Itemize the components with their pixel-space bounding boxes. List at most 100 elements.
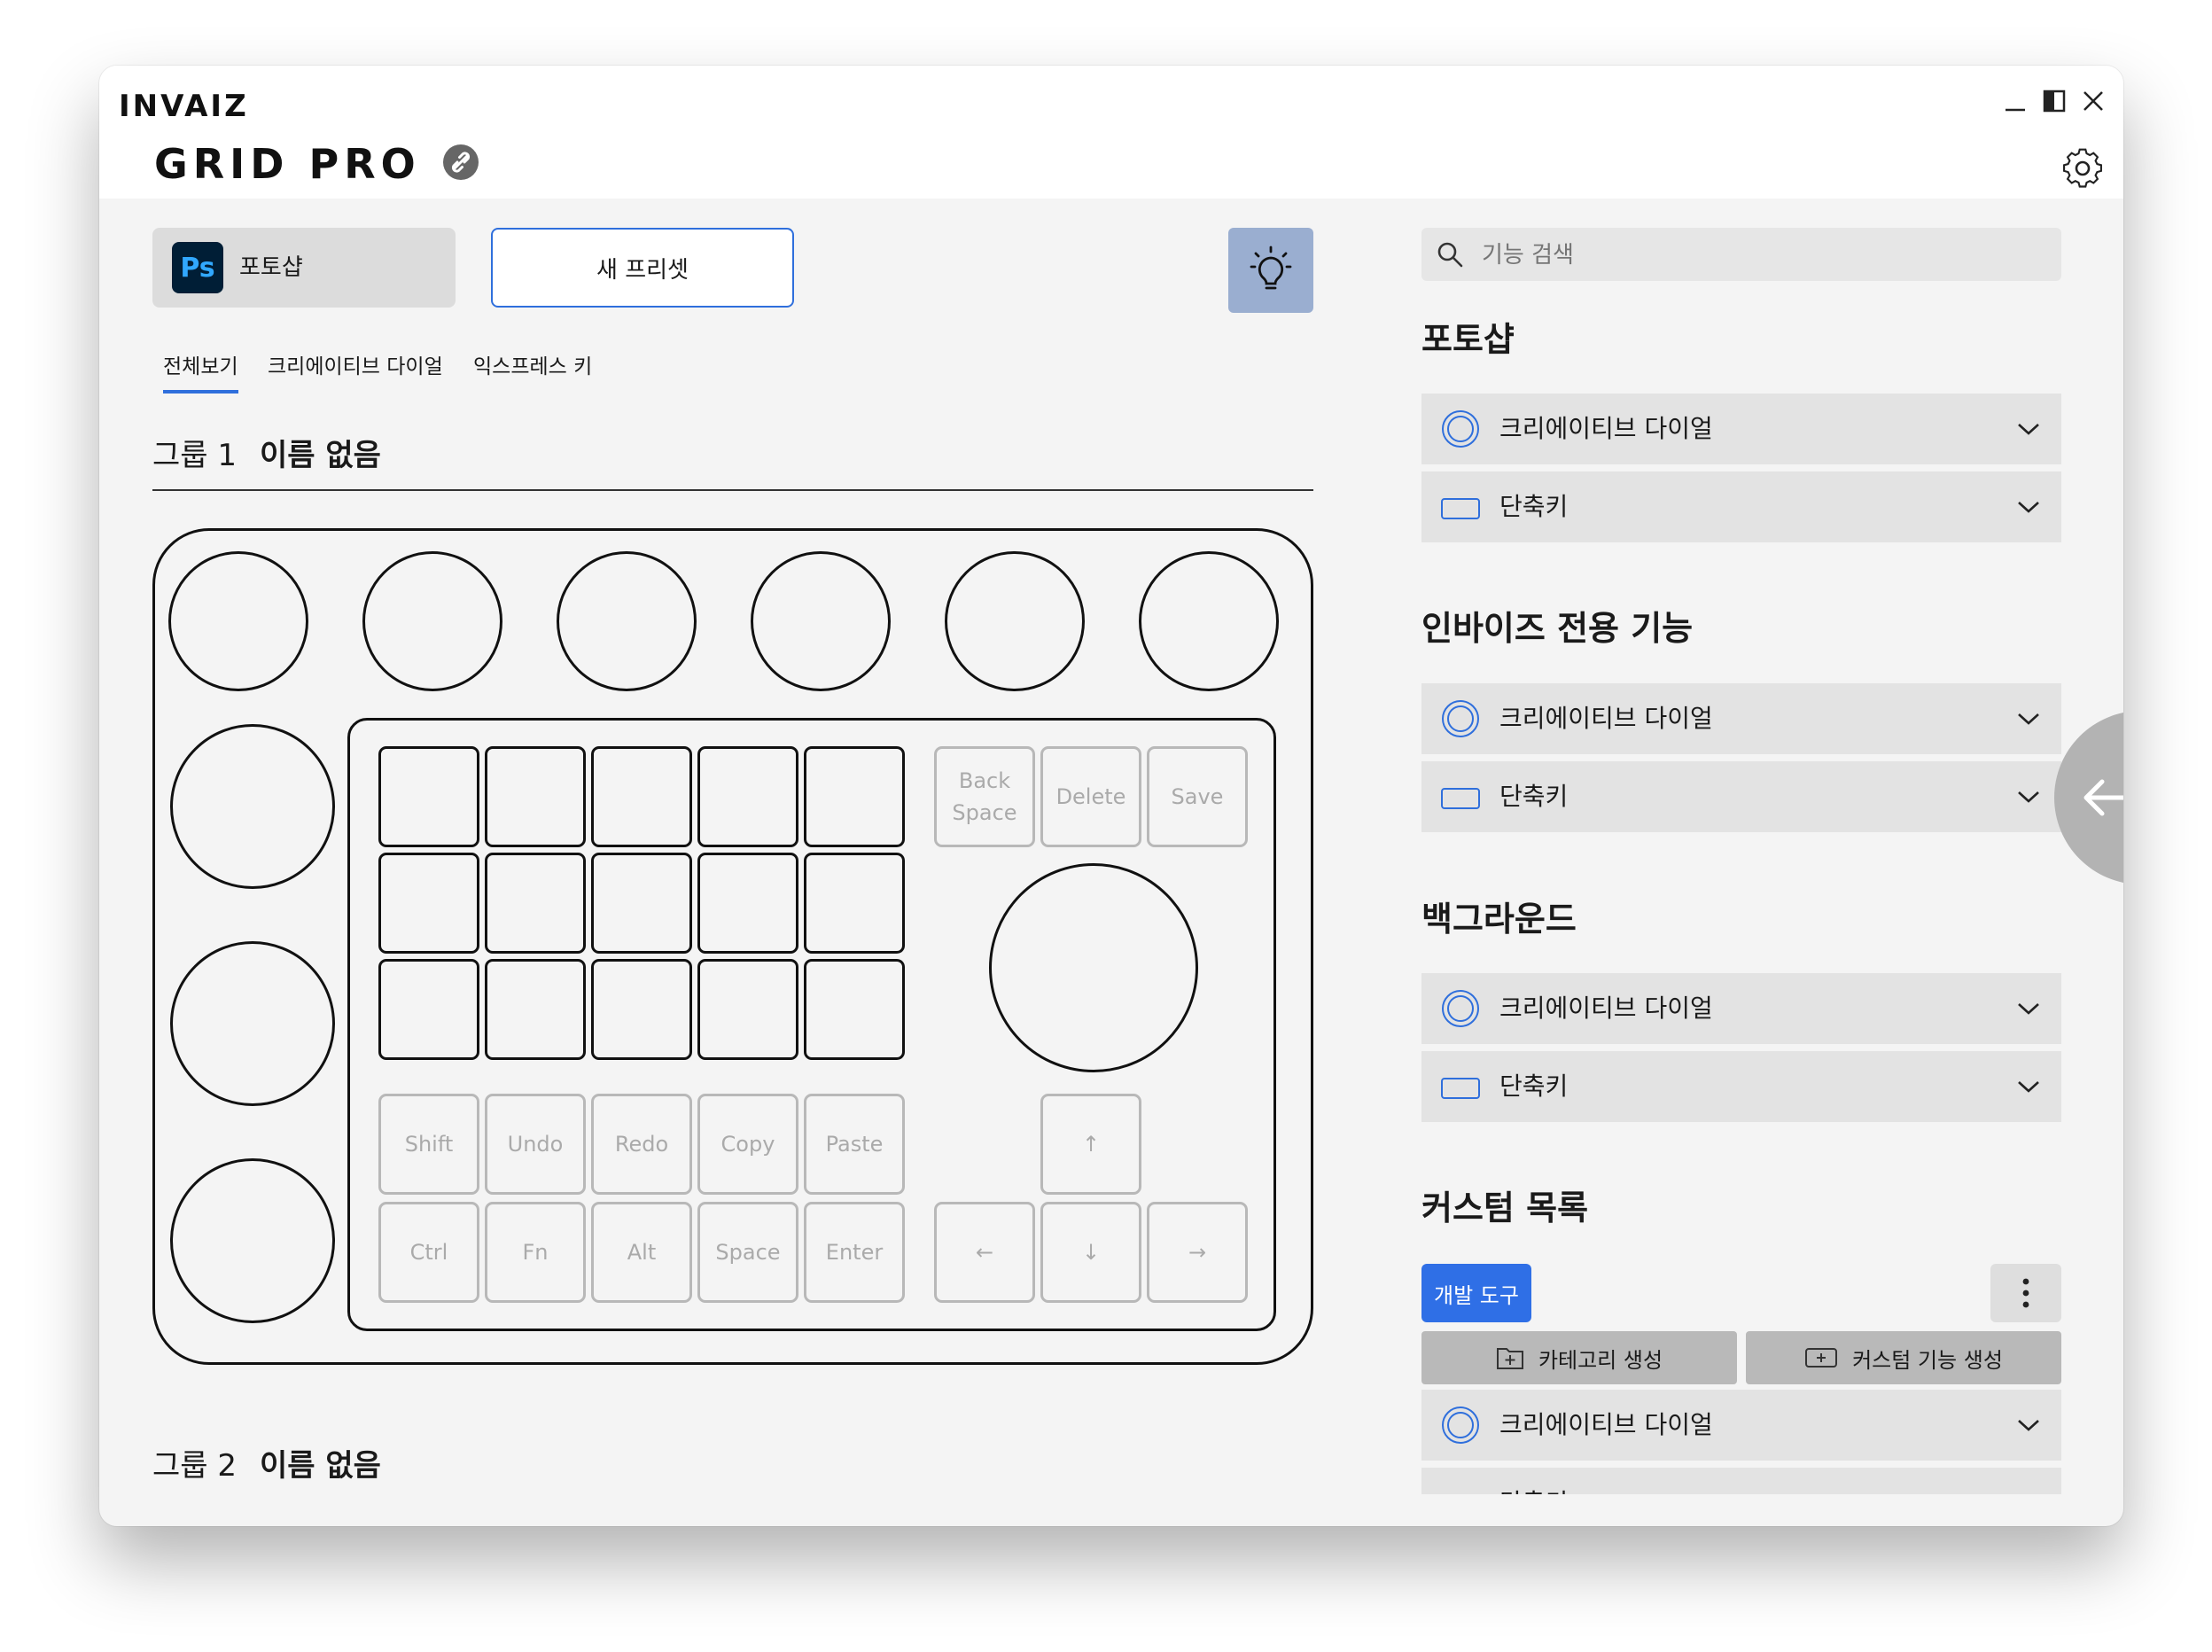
section-title-custom: 커스텀 목록 [1421, 1188, 1589, 1227]
create-category-label: 카테고리 생성 [1538, 1347, 1663, 1373]
space-key[interactable]: Space [697, 1202, 798, 1303]
category-label: 크리에이티브 다이얼 [1499, 414, 1713, 443]
chevron-down-icon [2018, 713, 2039, 725]
copy-key[interactable]: Copy [697, 1094, 798, 1195]
category-row[interactable]: 크리에이티브 다이얼 [1421, 683, 2061, 754]
group-1-title[interactable]: 그룹 1 이름 없음 [152, 431, 381, 474]
category-label: 단축키 [1499, 1071, 1569, 1101]
category-row[interactable]: 크리에이티브 다이얼 [1421, 973, 2061, 1044]
dial-top-1[interactable] [168, 551, 308, 691]
group-2-prefix: 그룹 2 [152, 1448, 237, 1484]
collapse-panel-handle[interactable] [2054, 711, 2123, 884]
chevron-down-icon [2018, 1081, 2039, 1093]
ctrl-key[interactable]: Ctrl [378, 1202, 479, 1303]
dial-side-3[interactable] [170, 1158, 335, 1323]
grid-key[interactable] [378, 853, 479, 954]
grid-key[interactable] [697, 853, 798, 954]
category-row[interactable]: 크리에이티브 다이얼 [1421, 394, 2061, 464]
arrow-up-key[interactable]: ↑ [1040, 1094, 1141, 1195]
redo-key[interactable]: Redo [591, 1094, 692, 1195]
grid-key[interactable] [804, 853, 905, 954]
chevron-down-icon [2018, 502, 2039, 513]
grid-key[interactable] [378, 746, 479, 847]
tab-creative-dial[interactable]: 크리에이티브 다이얼 [268, 349, 443, 390]
dial-icon [1442, 410, 1479, 448]
arrow-left-key[interactable]: ← [934, 1202, 1035, 1303]
dial-top-3[interactable] [557, 551, 697, 691]
app-label: 포토샵 [239, 254, 303, 281]
delete-key[interactable]: Delete [1040, 746, 1141, 847]
grid-key[interactable] [697, 746, 798, 847]
group-1-name: 이름 없음 [260, 438, 381, 473]
create-category-button[interactable]: 카테고리 생성 [1421, 1331, 1737, 1384]
dial-top-4[interactable] [751, 551, 891, 691]
brand-logo: INVAIZ [119, 89, 249, 124]
tab-express-keys[interactable]: 익스프레스 키 [473, 349, 592, 390]
section-title-background: 백그라운드 [1421, 900, 1577, 939]
dial-icon [1442, 700, 1479, 737]
grid-key[interactable] [485, 959, 586, 1060]
minimize-button[interactable] [1994, 82, 2037, 121]
paste-key[interactable]: Paste [804, 1094, 905, 1195]
title-bar: INVAIZ GRID PRO [99, 66, 2123, 199]
arrow-right-key[interactable]: → [1147, 1202, 1248, 1303]
dial-top-5[interactable] [945, 551, 1085, 691]
category-label: 크리에이티브 다이얼 [1499, 994, 1713, 1023]
main-dial[interactable] [989, 863, 1198, 1072]
chevron-down-icon [2018, 791, 2039, 803]
backspace-key[interactable]: Back Space [934, 746, 1035, 847]
tip-button[interactable] [1228, 228, 1313, 313]
new-preset-button[interactable]: 새 프리셋 [491, 228, 794, 308]
search-icon [1437, 242, 1463, 268]
key-icon [1441, 498, 1480, 519]
grid-key[interactable] [804, 959, 905, 1060]
group-2-title[interactable]: 그룹 2 이름 없음 [152, 1441, 381, 1484]
grid-key[interactable] [804, 746, 905, 847]
device-link-icon[interactable] [443, 144, 479, 180]
grid-key[interactable] [485, 853, 586, 954]
key-add-icon [1805, 1348, 1838, 1368]
create-custom-function-button[interactable]: 커스텀 기능 생성 [1746, 1331, 2061, 1384]
snap-layout-button[interactable] [2033, 82, 2076, 121]
grid-key[interactable] [591, 959, 692, 1060]
alt-key[interactable]: Alt [591, 1202, 692, 1303]
section-title-photoshop: 포토샵 [1421, 320, 1515, 359]
category-row[interactable]: 단축키 [1421, 1468, 2061, 1494]
category-label: 단축키 [1499, 782, 1569, 811]
grid-key[interactable] [378, 959, 479, 1060]
grid-key[interactable] [485, 746, 586, 847]
grid-key[interactable] [697, 959, 798, 1060]
save-key[interactable]: Save [1147, 746, 1248, 847]
shift-key[interactable]: Shift [378, 1094, 479, 1195]
dev-tools-button[interactable]: 개발 도구 [1421, 1264, 1531, 1322]
undo-key[interactable]: Undo [485, 1094, 586, 1195]
category-label: 단축키 [1499, 1468, 1568, 1494]
dial-top-2[interactable] [362, 551, 502, 691]
dial-top-6[interactable] [1139, 551, 1279, 691]
dial-side-2[interactable] [170, 941, 335, 1106]
more-options-button[interactable] [1990, 1264, 2061, 1322]
close-button[interactable] [2072, 82, 2115, 121]
group-2-name: 이름 없음 [260, 1448, 381, 1484]
app-selector[interactable]: Ps 포토샵 [152, 228, 456, 308]
tab-all[interactable]: 전체보기 [163, 349, 238, 394]
enter-key[interactable]: Enter [804, 1202, 905, 1303]
category-row[interactable]: 크리에이티브 다이얼 [1421, 1390, 2061, 1461]
chevron-down-icon [2018, 424, 2039, 435]
key-icon [1441, 1484, 1480, 1494]
arrow-down-key[interactable]: ↓ [1040, 1202, 1141, 1303]
grid-key[interactable] [591, 746, 692, 847]
function-search[interactable] [1421, 228, 2061, 283]
category-row[interactable]: 단축키 [1421, 1051, 2061, 1122]
search-input[interactable] [1480, 228, 2015, 283]
dial-side-1[interactable] [170, 724, 335, 889]
category-row[interactable]: 단축키 [1421, 471, 2061, 542]
gear-icon[interactable] [2060, 145, 2106, 191]
category-row[interactable]: 단축키 [1421, 761, 2061, 832]
product-name: GRID PRO [154, 140, 421, 188]
key-icon [1441, 1078, 1480, 1099]
grid-key[interactable] [591, 853, 692, 954]
category-label: 단축키 [1499, 492, 1569, 521]
app-window: INVAIZ GRID PRO Ps 포토샵 새 프리셋 전체보기 크리에이티브… [99, 66, 2123, 1526]
fn-key[interactable]: Fn [485, 1202, 586, 1303]
